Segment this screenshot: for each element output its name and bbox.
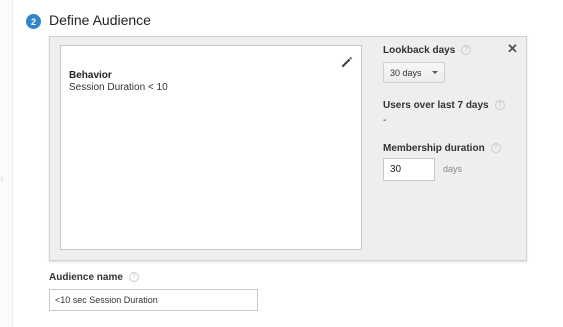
audience-definition-panel: Behavior Session Duration < 10 ✕ Lookbac…: [49, 36, 527, 261]
help-icon[interactable]: ?: [461, 45, 472, 56]
lookback-days-value: 30 days: [390, 68, 422, 78]
pencil-icon[interactable]: [340, 55, 354, 69]
membership-duration-unit: days: [443, 164, 463, 174]
audience-name-label: Audience name?: [49, 272, 139, 283]
audience-name-input[interactable]: [49, 289, 258, 311]
help-icon[interactable]: ?: [490, 143, 501, 154]
lookback-days-label-text: Lookback days: [383, 45, 456, 56]
step-number-badge: 2: [26, 14, 41, 29]
membership-duration-label: Membership duration?: [383, 143, 501, 154]
condition-category: Behavior: [69, 70, 112, 81]
users-last-7-days-value: -: [383, 115, 387, 126]
definition-summary-box: Behavior Session Duration < 10: [60, 45, 362, 250]
close-icon[interactable]: ✕: [507, 42, 519, 55]
membership-duration-label-text: Membership duration: [383, 143, 485, 154]
chevron-right-icon: ›: [0, 173, 4, 185]
condition-text: Session Duration < 10: [69, 82, 168, 93]
membership-duration-input[interactable]: [383, 158, 435, 181]
help-icon[interactable]: ?: [128, 272, 139, 283]
audience-name-label-text: Audience name: [49, 272, 123, 283]
lookback-days-label: Lookback days?: [383, 45, 472, 56]
chevron-down-icon: [432, 71, 438, 74]
users-last-7-days-label-text: Users over last 7 days: [383, 100, 489, 111]
help-icon[interactable]: ?: [494, 100, 505, 111]
step-title: Define Audience: [49, 12, 151, 28]
users-last-7-days-label: Users over last 7 days?: [383, 100, 505, 111]
lookback-days-dropdown[interactable]: 30 days: [383, 62, 445, 83]
rail-divider: [12, 0, 13, 327]
